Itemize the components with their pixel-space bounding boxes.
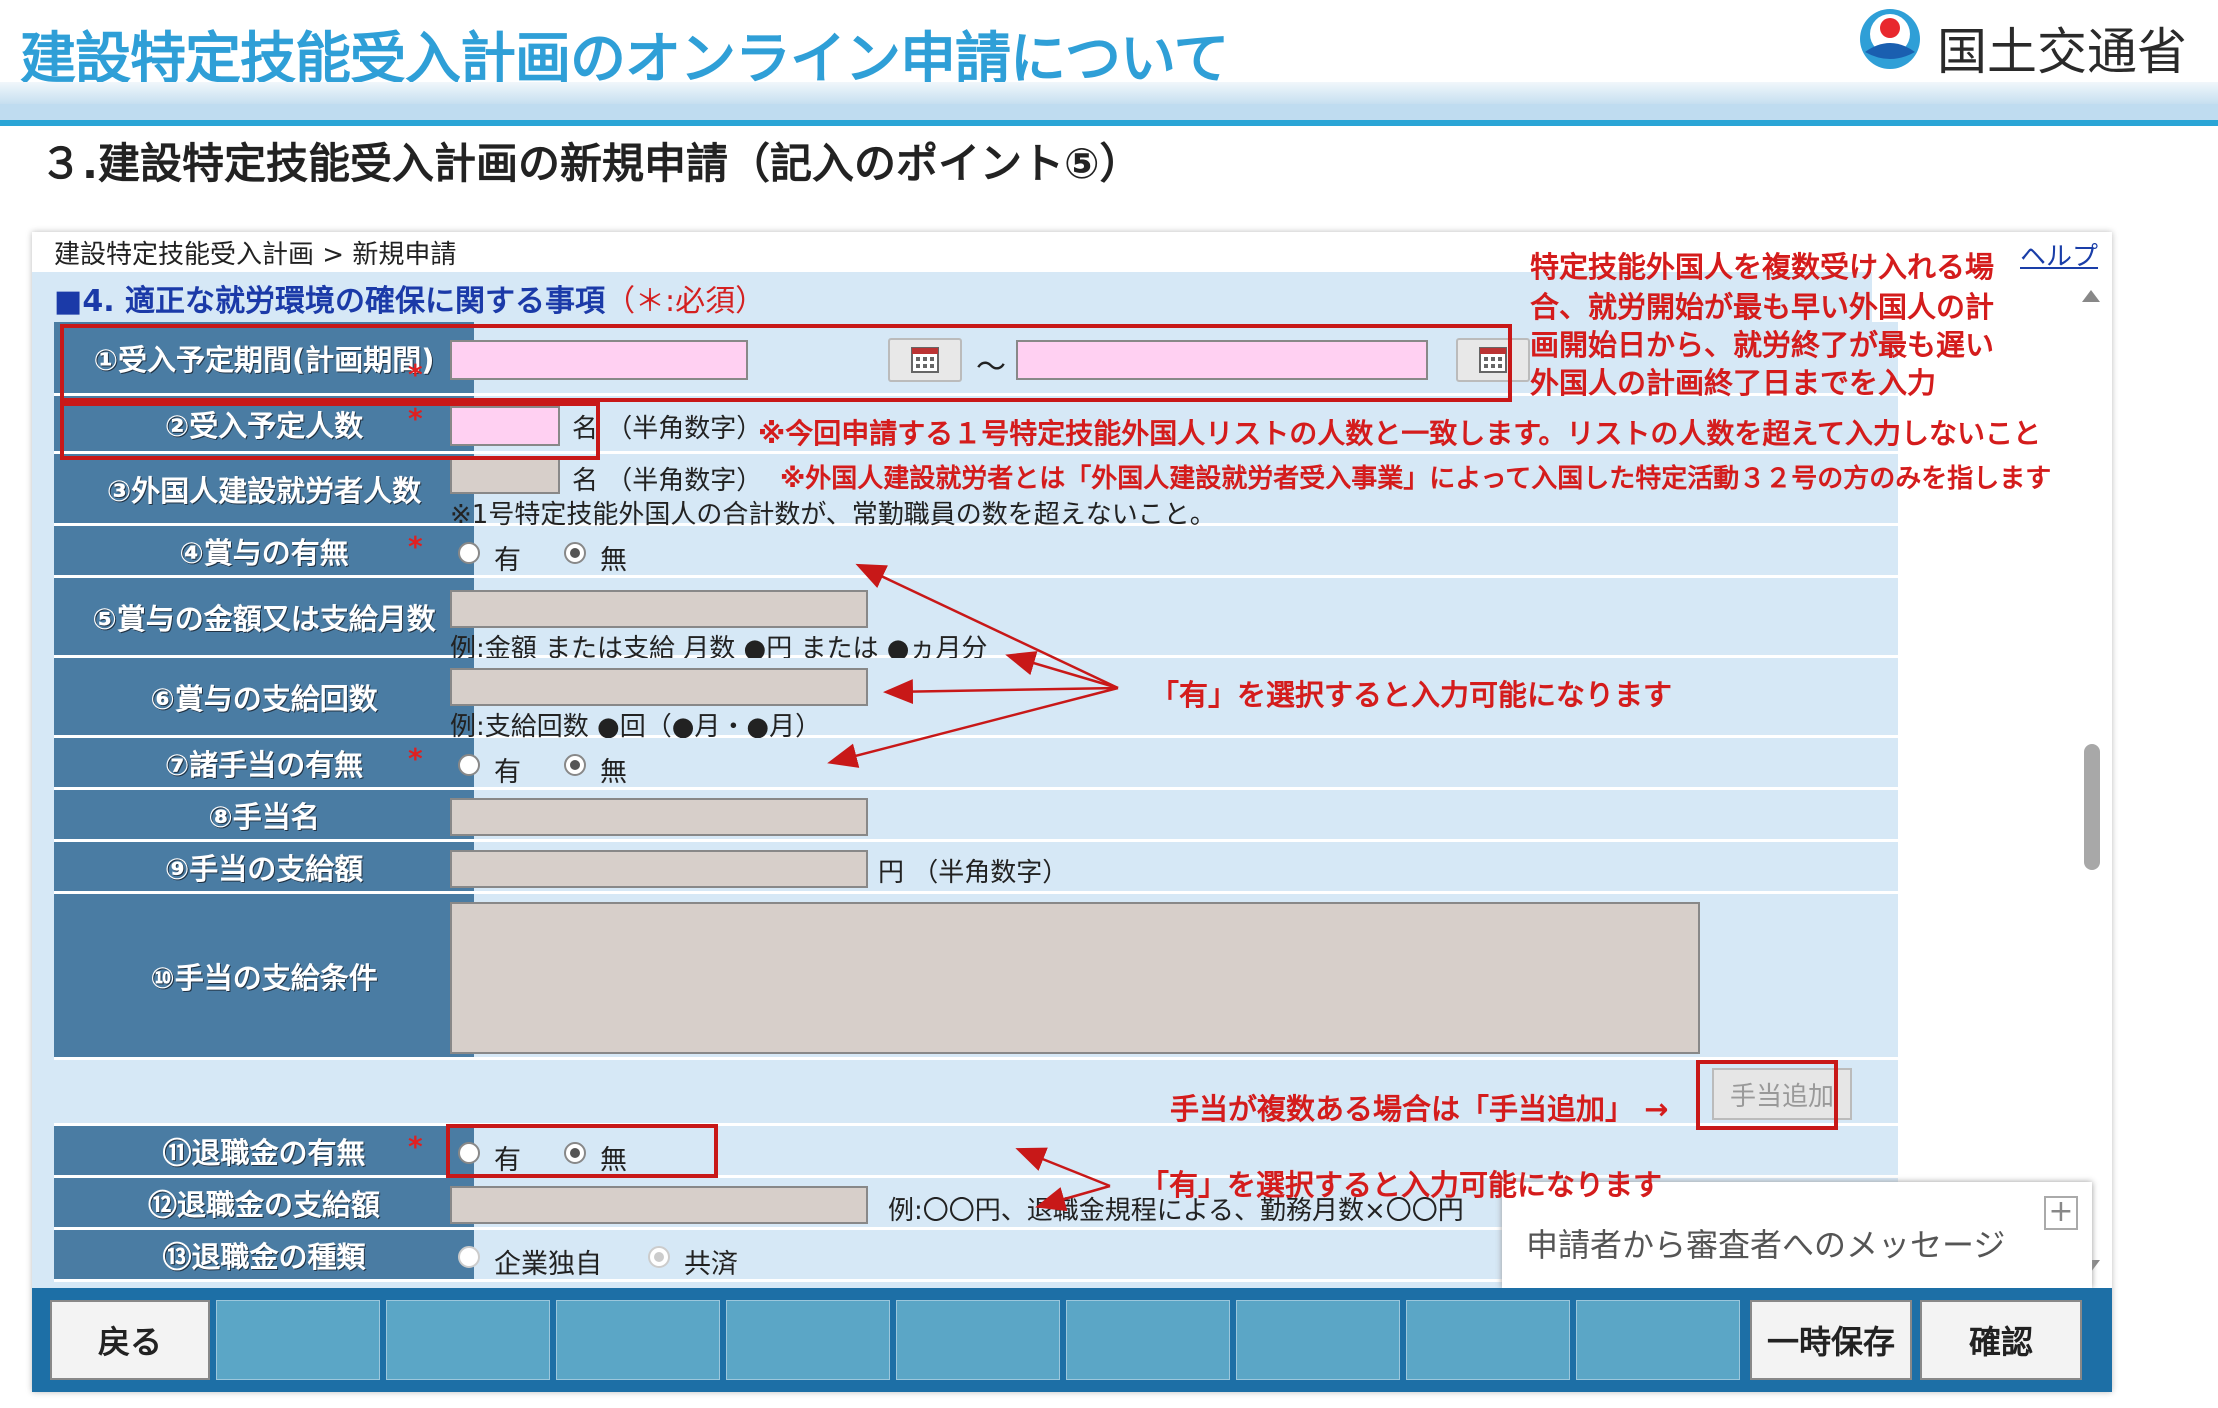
- arrow-to-bonus-radio: [855, 563, 1119, 690]
- arrow-to-retirement-radio: [1015, 1147, 1111, 1188]
- arrow-to-retirement-amount: [1035, 1184, 1111, 1212]
- annotation-arrows: [827, 563, 1119, 1212]
- arrow-to-bonus-count: [883, 679, 1119, 705]
- arrow-to-bonus-amount: [1005, 651, 1119, 690]
- arrow-to-allowance-radio: [827, 686, 1119, 768]
